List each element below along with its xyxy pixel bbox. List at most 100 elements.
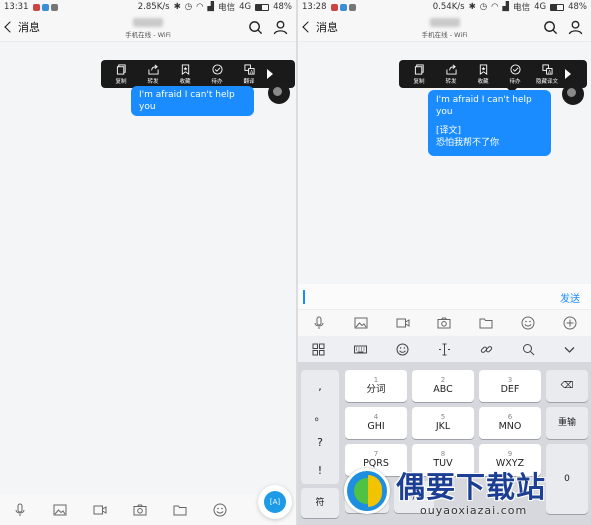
more-button[interactable] (563, 316, 577, 330)
search-button[interactable] (543, 20, 558, 35)
popup-todo[interactable]: 待办 (201, 63, 233, 85)
kb-search-button[interactable] (522, 343, 535, 356)
kb-cursor-button[interactable] (438, 343, 451, 356)
translate-icon: [A] (264, 491, 286, 513)
popup-favorite[interactable]: 收藏 (169, 63, 201, 85)
popup-copy[interactable]: 复制 (403, 63, 435, 85)
popup-translate[interactable]: A 翻译 (233, 63, 265, 85)
popup-copy[interactable]: 复制 (105, 63, 137, 85)
network-speed: 0.54K/s (432, 2, 465, 12)
camera-button[interactable] (437, 316, 451, 330)
alarm-icon: ◷ (479, 2, 488, 12)
search-icon (544, 21, 558, 35)
symbol-key[interactable]: ? (301, 436, 339, 449)
popup-label: 翻译 (243, 78, 255, 85)
key-1[interactable]: 1 分词 (345, 370, 407, 402)
avatar[interactable] (268, 82, 290, 104)
symbol-key-switch[interactable]: 符 (301, 488, 339, 518)
notification-icon (41, 3, 49, 11)
popup-hide-translation[interactable]: A 隐藏译文 (531, 63, 563, 85)
popup-favorite[interactable]: 收藏 (467, 63, 499, 85)
video-icon (93, 505, 107, 515)
profile-button[interactable] (273, 20, 288, 35)
key-5[interactable]: 5 JKL (412, 407, 474, 439)
emoji-button[interactable] (213, 503, 227, 517)
cursor-icon (438, 343, 450, 355)
key-3[interactable]: 3 DEF (479, 370, 541, 402)
search-icon (522, 343, 534, 355)
contact-name-redacted (133, 18, 163, 27)
message-text: I'm afraid I can't help you (436, 95, 532, 117)
kb-hide-button[interactable] (563, 343, 576, 356)
folder-icon (479, 318, 493, 329)
voice-button[interactable] (13, 503, 27, 517)
symbol-key[interactable]: ! (301, 464, 339, 477)
emoji-button[interactable] (521, 316, 535, 330)
status-bar: 13:31 2.85K/s ✱ ◷ ◠ ▟ 电信 4G 48% (0, 0, 296, 14)
video-button[interactable] (396, 316, 410, 330)
key-4[interactable]: 4 GHI (345, 407, 407, 439)
file-button[interactable] (479, 316, 493, 330)
reenter-key[interactable]: 重输 (546, 407, 588, 439)
popup-todo[interactable]: 待办 (499, 63, 531, 85)
popup-label: 隐藏译文 (535, 78, 558, 85)
symbol-column: , 。 ? ! (301, 370, 339, 484)
chat-navbar: 消息 手机在线 - WiFi (0, 14, 296, 42)
notification-icon (32, 3, 40, 11)
translate-icon: A (541, 63, 553, 75)
notification-icon (348, 3, 356, 11)
image-button[interactable] (354, 316, 368, 330)
avatar[interactable] (562, 83, 584, 105)
message-bubble[interactable]: I'm afraid I can't help you [译文] 恐怕我帮不了你 (428, 90, 551, 156)
signal-icon: ▟ (207, 2, 215, 12)
message-bubble[interactable]: I'm afraid I can't help you (131, 86, 254, 116)
key-letters: ABC (433, 384, 453, 395)
keyboard-icon (354, 345, 368, 353)
kb-clipboard-button[interactable] (480, 343, 493, 356)
popup-label: 复制 (413, 78, 425, 85)
check-circle-icon (509, 63, 521, 75)
battery-icon (550, 3, 565, 11)
keyboard-toolbar (298, 336, 591, 362)
key-2[interactable]: 2 ABC (412, 370, 474, 402)
person-icon (273, 20, 288, 35)
popup-share[interactable]: 转发 (435, 64, 467, 85)
check-circle-icon (211, 63, 223, 75)
symbol-key[interactable]: , (301, 380, 339, 393)
backspace-icon: ⌫ (560, 381, 574, 391)
bluetooth-icon: ✱ (173, 2, 181, 12)
key-letters: JKL (435, 421, 451, 432)
input-toolbar (0, 495, 296, 525)
translate-fab[interactable]: [A] (258, 485, 292, 519)
network-type: 4G (534, 2, 547, 12)
notification-icon (330, 3, 338, 11)
message-input[interactable]: 发送 (298, 284, 591, 310)
search-button[interactable] (248, 20, 263, 35)
right-screen: 13:28 0.54K/s ✱ ◷ ◠ ▟ 电信 4G 48% 消息 手机在线 … (298, 0, 591, 525)
key-letters: GHI (367, 421, 385, 432)
popup-label: 收藏 (477, 78, 489, 85)
symbol-key[interactable]: 。 (301, 408, 339, 424)
fab-label: A (272, 498, 278, 506)
kb-emoji-button[interactable] (396, 343, 409, 356)
kb-menu-button[interactable] (312, 343, 325, 356)
text-cursor (303, 290, 305, 304)
link-icon (480, 345, 492, 353)
bookmark-icon (181, 63, 189, 75)
kb-layout-button[interactable] (354, 343, 368, 356)
popup-share[interactable]: 转发 (137, 64, 169, 85)
send-button[interactable]: 发送 (560, 290, 580, 305)
camera-button[interactable] (133, 503, 147, 517)
popup-more-arrow-icon[interactable] (565, 69, 571, 79)
popup-more-arrow-icon[interactable] (267, 69, 273, 79)
file-button[interactable] (173, 503, 187, 517)
video-button[interactable] (93, 503, 107, 517)
delete-key[interactable]: ⌫ (546, 370, 588, 402)
popup-label: 复制 (115, 78, 127, 85)
key-6[interactable]: 6 MNO (479, 407, 541, 439)
image-button[interactable] (53, 503, 67, 517)
signal-icon: ▟ (502, 2, 510, 12)
voice-button[interactable] (312, 316, 326, 330)
profile-button[interactable] (568, 20, 583, 35)
chevron-down-icon (565, 346, 575, 353)
